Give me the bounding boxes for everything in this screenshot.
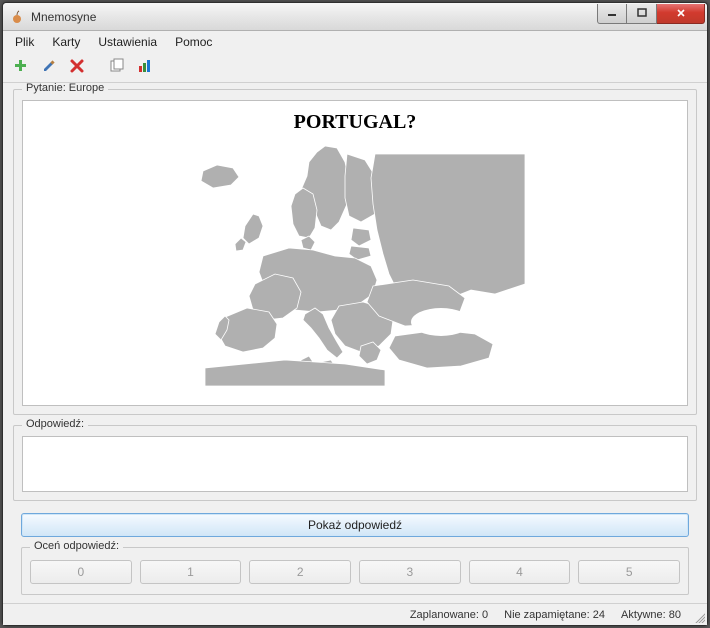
edit-card-icon [41, 58, 57, 77]
statistics-button[interactable] [133, 56, 157, 80]
rate-button-0[interactable]: 0 [30, 560, 132, 584]
rate-group: Oceń odpowiedź: 0 1 2 3 4 5 [21, 547, 689, 595]
close-button[interactable] [657, 4, 705, 24]
answer-group: Odpowiedź: [13, 425, 697, 501]
status-scheduled: Zaplanowane: 0 [404, 609, 494, 621]
show-answer-button[interactable]: Pokaż odpowiedź [21, 513, 689, 537]
menubar: Plik Karty Ustawienia Pomoc [3, 31, 707, 53]
minimize-button[interactable] [597, 4, 627, 24]
maximize-button[interactable] [627, 4, 657, 24]
rate-button-3[interactable]: 3 [359, 560, 461, 584]
rate-button-4[interactable]: 4 [469, 560, 571, 584]
rate-button-5[interactable]: 5 [578, 560, 680, 584]
browse-cards-icon [109, 58, 125, 77]
window-title: Mnemosyne [31, 10, 96, 24]
menu-file[interactable]: Plik [7, 33, 42, 51]
add-card-icon [13, 58, 29, 77]
edit-card-button[interactable] [37, 56, 61, 80]
question-label: Pytanie: Europe [22, 83, 108, 94]
europe-map-image [185, 136, 525, 386]
delete-card-icon [69, 58, 85, 77]
answer-label: Odpowiedź: [22, 418, 88, 430]
statusbar: Zaplanowane: 0 Nie zapamiętane: 24 Aktyw… [3, 603, 707, 625]
app-window: Mnemosyne Plik Karty Ustawienia Pomoc [2, 2, 708, 626]
content-area: Pytanie: Europe PORTUGAL? [3, 83, 707, 603]
resize-grip[interactable] [693, 611, 705, 623]
window-controls [597, 4, 705, 24]
statistics-icon [137, 58, 153, 77]
rate-button-1[interactable]: 1 [140, 560, 242, 584]
rate-button-2[interactable]: 2 [249, 560, 351, 584]
answer-panel [22, 436, 688, 492]
rate-label: Oceń odpowiedź: [30, 540, 123, 552]
titlebar[interactable]: Mnemosyne [3, 3, 707, 31]
status-active: Aktywne: 80 [615, 609, 687, 621]
delete-card-button[interactable] [65, 56, 89, 80]
question-title: PORTUGAL? [294, 111, 417, 134]
menu-cards[interactable]: Karty [44, 33, 88, 51]
menu-settings[interactable]: Ustawienia [90, 33, 165, 51]
app-icon [9, 9, 25, 25]
menu-help[interactable]: Pomoc [167, 33, 220, 51]
browse-cards-button[interactable] [105, 56, 129, 80]
add-card-button[interactable] [9, 56, 33, 80]
question-panel: PORTUGAL? [22, 100, 688, 406]
status-not-memorised: Nie zapamiętane: 24 [498, 609, 611, 621]
question-group: Pytanie: Europe PORTUGAL? [13, 89, 697, 415]
toolbar [3, 53, 707, 83]
